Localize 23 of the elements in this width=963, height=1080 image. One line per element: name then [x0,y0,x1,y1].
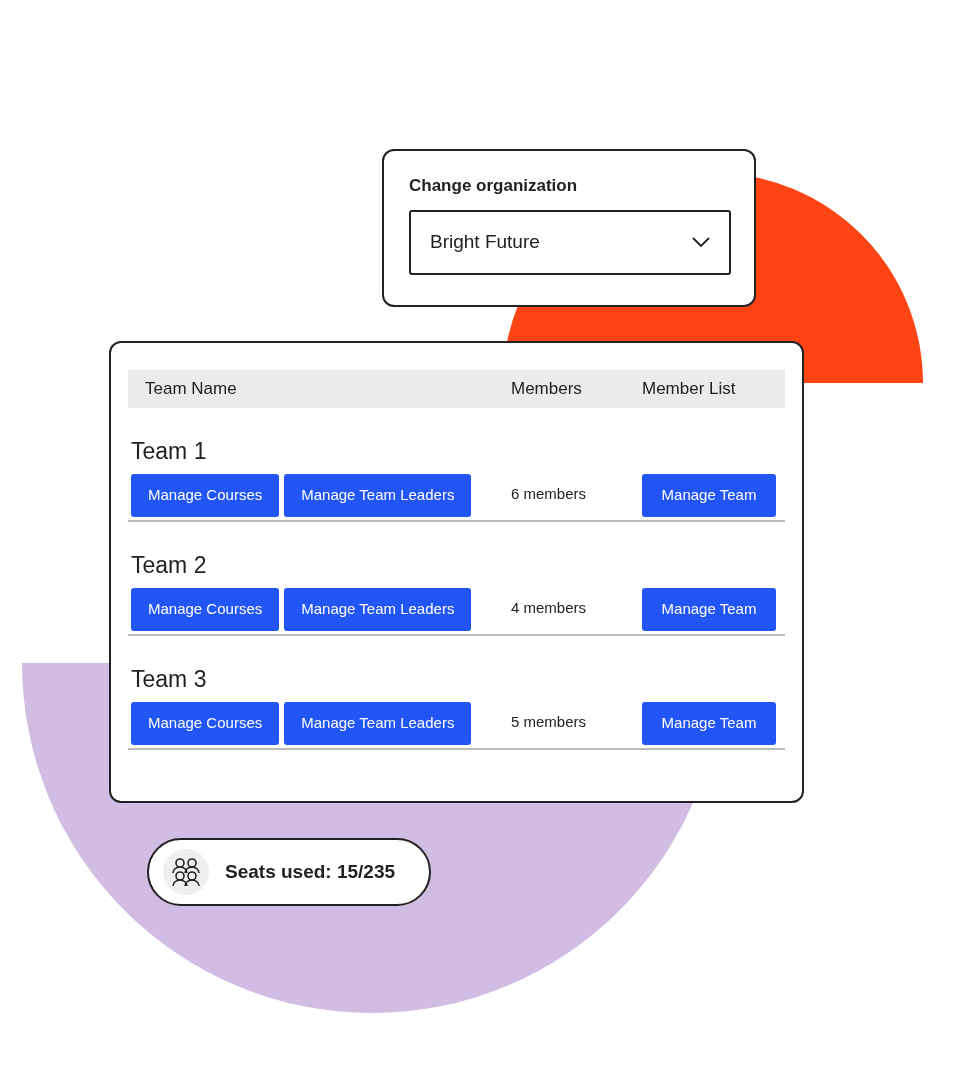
manage-team-button[interactable]: Manage Team [642,588,776,631]
team-name: Team 1 [131,437,208,465]
chevron-down-icon [692,237,710,247]
member-count: 6 members [511,483,588,504]
manage-button[interactable]: Manage Team Leaders [284,588,472,631]
people-icon [163,849,209,895]
seats-text: Seats used: 15/235 [225,859,396,884]
field-label: Change organization [409,175,579,197]
manage-button[interactable]: Manage Courses [131,588,280,631]
column-header: Team Name [144,378,238,401]
team-name: Team 3 [131,665,208,693]
team-name: Team 2 [131,551,208,579]
column-header: Members [511,378,583,401]
manage-button[interactable]: Manage Courses [131,702,280,745]
manage-team-button[interactable]: Manage Team [642,702,776,745]
manage-team-button[interactable]: Manage Team [642,474,776,517]
member-count: 5 members [511,711,588,732]
manage-button[interactable]: Manage Team Leaders [284,702,472,745]
column-header: Member List [642,378,737,401]
member-count: 4 members [511,597,588,618]
manage-button[interactable]: Manage Courses [131,474,280,517]
manage-button[interactable]: Manage Team Leaders [284,474,472,517]
organization-select[interactable]: Bright Future [409,209,731,275]
